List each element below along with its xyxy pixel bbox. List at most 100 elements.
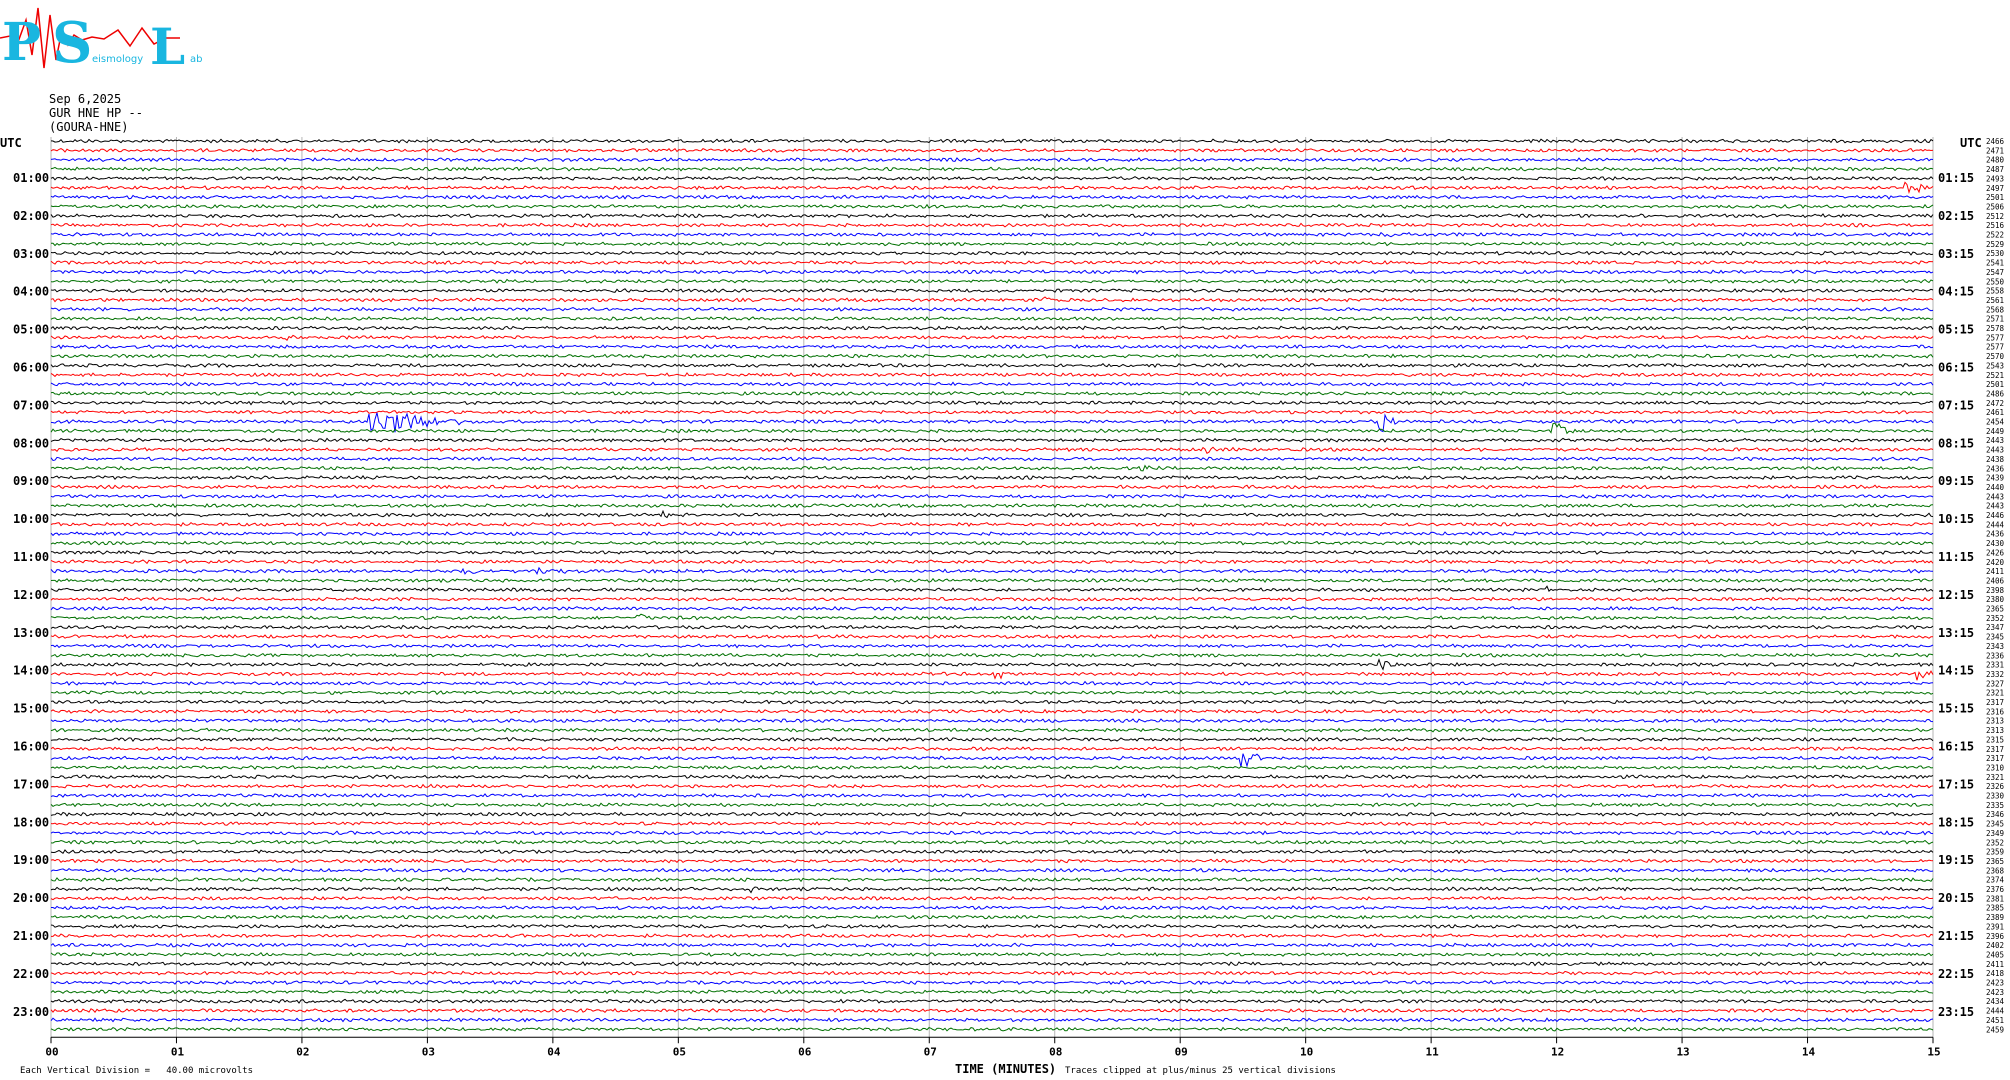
seismic-trace: [50, 989, 1934, 995]
hour-label-left: 04:00: [13, 285, 49, 299]
seismic-trace: [50, 585, 1934, 593]
hour-label-left: 06:00: [13, 361, 49, 375]
seismic-trace: [50, 250, 1934, 256]
seismic-trace: [50, 718, 1934, 724]
seismic-trace: [50, 381, 1934, 387]
seismic-trace: [50, 316, 1934, 322]
seismic-trace: [50, 699, 1934, 705]
seismic-trace: [50, 942, 1934, 948]
seismic-trace: [50, 437, 1934, 443]
hour-label-left: 13:00: [13, 626, 49, 640]
trace-value-label: 2558: [1986, 287, 2005, 296]
trace-value-label: 2346: [1986, 810, 2005, 819]
trace-value-label: 2512: [1986, 212, 2004, 221]
seismic-trace: [50, 259, 1934, 266]
seismic-trace: [50, 456, 1934, 462]
seismic-trace: [50, 633, 1933, 640]
seismic-trace: [50, 306, 1934, 312]
trace-value-label: 2521: [1986, 371, 2004, 380]
hour-label-right: 09:15: [1938, 474, 1974, 488]
x-tick-label: 15: [1927, 1045, 1940, 1058]
x-tick-label: 09: [1175, 1045, 1188, 1058]
trace-value-label: 2321: [1986, 773, 2004, 782]
seismic-trace: [50, 624, 1934, 630]
trace-value-label: 2436: [1986, 464, 2005, 473]
seismic-trace: [50, 1026, 1934, 1032]
x-tick-label: 01: [171, 1045, 185, 1058]
trace-value-label: 2487: [1986, 165, 2004, 174]
trace-value-label: 2313: [1986, 717, 2004, 726]
trace-value-label: 2541: [1986, 259, 2004, 268]
seismic-trace: [50, 979, 1934, 986]
seismic-trace: [50, 895, 1934, 901]
seismic-trace: [50, 362, 1934, 368]
seismic-trace: [51, 933, 1934, 939]
seismic-trace: [50, 334, 1934, 341]
trace-value-label: 2444: [1986, 1007, 2005, 1016]
trace-value-label: 2391: [1986, 922, 2004, 931]
hour-label-right: 06:15: [1938, 361, 1974, 375]
seismic-trace: [50, 652, 1934, 658]
vertical-division-note: Each Vertical Division = 40.00 microvolt…: [20, 1066, 253, 1076]
hour-label-left: 19:00: [13, 853, 49, 867]
hour-label-left: 09:00: [13, 474, 49, 488]
hour-label-left: 12:00: [13, 588, 49, 602]
trace-value-label: 2336: [1986, 651, 2005, 660]
seismic-trace: [50, 278, 1934, 284]
hour-label-left: 03:00: [13, 247, 49, 261]
trace-value-label: 2315: [1986, 735, 2004, 744]
hour-label-right: 05:15: [1938, 323, 1974, 337]
trace-value-label: 2352: [1986, 838, 2004, 847]
seismic-trace: [50, 474, 1934, 481]
trace-value-label: 2411: [1986, 567, 2004, 576]
seismic-trace: [50, 605, 1934, 611]
trace-value-label: 2365: [1986, 605, 2004, 614]
seismic-trace: [50, 830, 1934, 836]
trace-value-label: 2439: [1986, 474, 2004, 483]
trace-value-label: 2451: [1986, 1016, 2004, 1025]
seismic-trace: [50, 400, 1934, 406]
hour-label-left: 18:00: [13, 815, 49, 829]
seismic-trace: [50, 241, 1934, 247]
trace-value-label: 2345: [1986, 633, 2004, 642]
trace-value-label: 2568: [1986, 305, 2005, 314]
trace-value-label: 2529: [1986, 240, 2004, 249]
trace-value-label: 2461: [1986, 408, 2004, 417]
x-tick-label: 00: [45, 1045, 58, 1058]
trace-value-label: 2443: [1986, 502, 2004, 511]
hour-label-left: 20:00: [13, 891, 49, 905]
hour-label-left: 10:00: [13, 512, 49, 526]
trace-value-label: 2486: [1986, 389, 2005, 398]
seismic-trace: [50, 753, 1934, 768]
clipping-note: Traces clipped at plus/minus 25 vertical…: [1065, 1066, 1336, 1076]
seismic-trace: [50, 886, 1934, 894]
hour-label-right: 14:15: [1938, 664, 1974, 678]
trace-value-label: 2365: [1986, 857, 2004, 866]
seismic-trace: [50, 774, 1934, 780]
seismic-trace: [50, 914, 1934, 920]
seismic-trace: [50, 877, 1934, 883]
seismic-trace: [50, 464, 1934, 472]
hour-label-left: 01:00: [13, 171, 49, 185]
seismic-trace: [50, 446, 1934, 455]
hour-label-right: 22:15: [1938, 967, 1974, 981]
x-tick-label: 08: [1049, 1045, 1062, 1058]
seismic-trace: [50, 727, 1934, 733]
trace-value-label: 2438: [1986, 455, 2005, 464]
seismic-trace: [50, 643, 1934, 649]
trace-value-label: 2374: [1986, 876, 2005, 885]
seismic-trace: [51, 905, 1934, 911]
hour-label-right: 02:15: [1938, 209, 1974, 223]
trace-value-label: 2398: [1986, 586, 2005, 595]
seismic-trace: [50, 175, 1934, 181]
hour-label-right: 08:15: [1938, 436, 1974, 450]
trace-value-label: 2570: [1986, 352, 2005, 361]
hour-label-left: 23:00: [13, 1005, 49, 1019]
seismic-trace: [50, 194, 1934, 200]
trace-value-label: 2550: [1986, 277, 2005, 286]
hour-label-right: 04:15: [1938, 285, 1974, 299]
seismic-trace: [50, 531, 1934, 537]
trace-value-label: 2446: [1986, 511, 2005, 520]
hour-label-right: 16:15: [1938, 740, 1974, 754]
seismic-trace: [50, 793, 1934, 799]
